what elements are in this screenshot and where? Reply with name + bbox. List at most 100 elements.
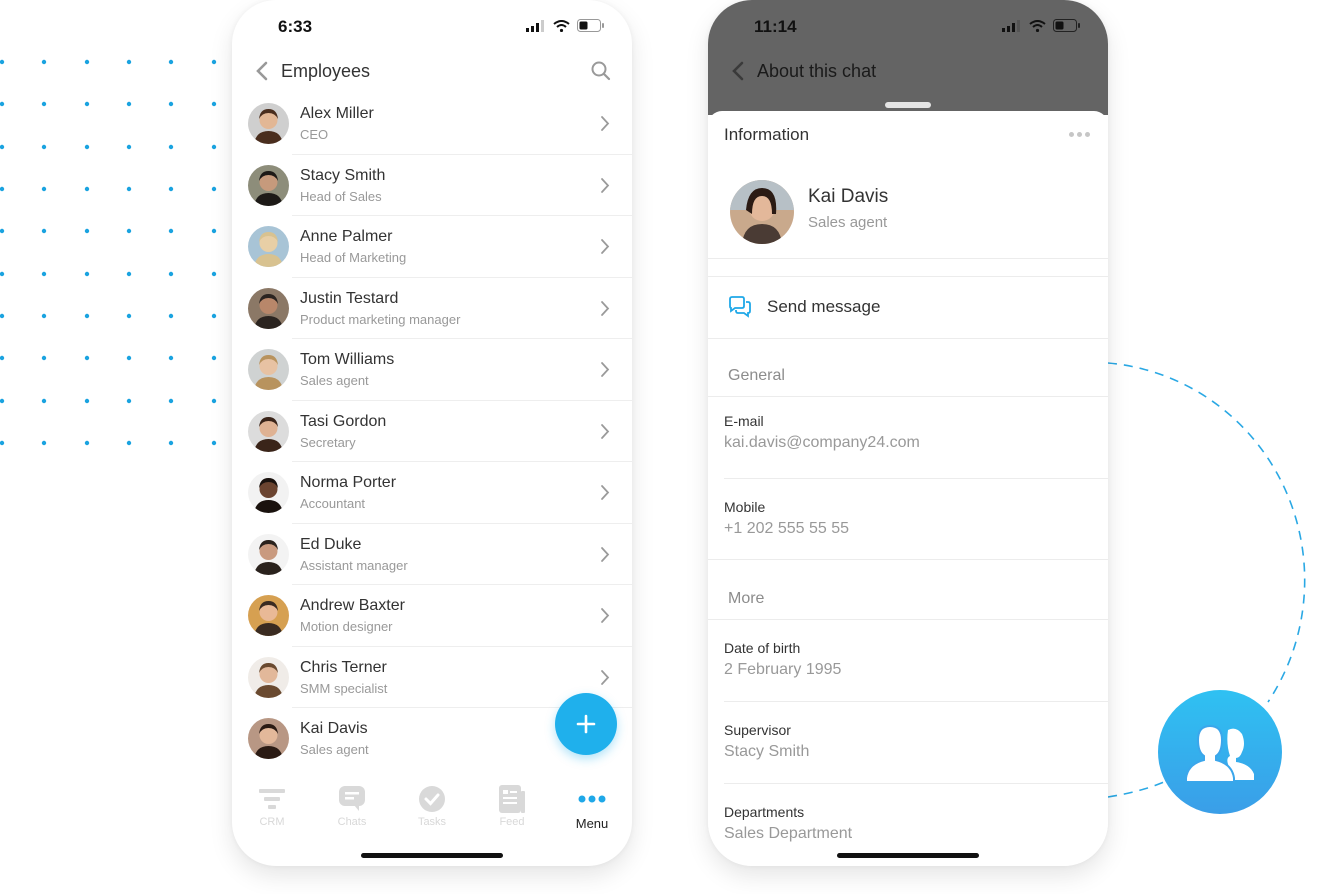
employee-name: Kai Davis: [300, 720, 368, 737]
employee-name: Anne Palmer: [300, 228, 393, 245]
employee-row[interactable]: Tasi Gordon Secretary: [232, 401, 632, 462]
send-message-button[interactable]: Send message: [708, 276, 1108, 338]
employee-role: Head of Marketing: [300, 250, 407, 265]
field-supervisor[interactable]: Supervisor Stacy Smith: [724, 722, 1108, 761]
divider: [708, 258, 1108, 259]
tab-feed[interactable]: Feed: [472, 785, 552, 835]
divider: [708, 619, 1108, 620]
employee-name: Andrew Baxter: [300, 597, 405, 614]
employee-row[interactable]: Alex Miller CEO: [232, 93, 632, 155]
field-mobile[interactable]: Mobile +1 202 555 55 55: [724, 499, 1108, 538]
chevron-right-icon: [601, 546, 610, 562]
more-options-icon[interactable]: [1069, 132, 1090, 137]
employee-role: Sales agent: [300, 742, 369, 757]
tab-label: CRM: [259, 816, 285, 828]
employee-name: Alex Miller: [300, 105, 374, 122]
employee-role: Motion designer: [300, 619, 393, 634]
page-title: About this chat: [757, 61, 877, 81]
divider: [724, 701, 1108, 702]
tab-menu[interactable]: Menu: [552, 785, 632, 835]
status-time: 6:33: [278, 17, 313, 36]
field-value: Sales Department: [724, 825, 853, 842]
avatar: [248, 533, 289, 575]
tab-label: Feed: [499, 816, 525, 828]
tab-bar: CRM Chats Tasks Feed Menu: [232, 785, 632, 835]
more-dots-icon: [578, 795, 606, 803]
chevron-right-icon: [601, 116, 610, 131]
field-label: E-mail: [724, 413, 764, 429]
status-bar: 6:33: [232, 0, 632, 52]
divider: [724, 478, 1108, 479]
chevron-right-icon: [601, 177, 610, 193]
avatar: [248, 472, 289, 513]
avatar: [248, 656, 289, 698]
field-email[interactable]: E-mail kai.davis@company24.com: [724, 413, 1108, 452]
tab-chats[interactable]: Chats: [312, 785, 392, 835]
avatar: [248, 164, 289, 206]
add-employee-button[interactable]: [555, 693, 617, 755]
employee-role: Sales agent: [300, 373, 369, 388]
field-departments[interactable]: Departments Sales Department: [724, 804, 1108, 843]
employee-row[interactable]: Anne Palmer Head of Marketing: [232, 216, 632, 278]
profile-role: Sales agent: [808, 214, 888, 231]
employee-role: Product marketing manager: [300, 311, 461, 327]
field-value: 2 February 1995: [724, 661, 842, 678]
employee-row[interactable]: Tom Williams Sales agent: [232, 339, 632, 401]
tab-crm[interactable]: CRM: [232, 785, 312, 835]
employee-row[interactable]: Norma Porter Accountant: [232, 462, 632, 524]
field-value: +1 202 555 55 55: [724, 520, 850, 537]
employee-role: Secretary: [300, 434, 356, 450]
employees-phone: 6:33 Employees Alex Miller CEO Stacy Smi…: [232, 0, 632, 866]
field-label: Mobile: [724, 499, 766, 515]
plus-icon: [576, 714, 596, 734]
employee-row[interactable]: Stacy Smith Head of Sales: [232, 155, 632, 216]
avatar: [248, 103, 289, 144]
wifi-icon: [553, 19, 570, 32]
chevron-left-icon[interactable]: [728, 59, 750, 83]
battery-icon: [577, 19, 604, 32]
employee-role: Head of Sales: [300, 188, 382, 204]
home-indicator: [837, 853, 979, 858]
sheet-grabber[interactable]: [885, 102, 931, 108]
chevron-right-icon: [601, 485, 610, 500]
employee-row[interactable]: Justin Testard Product marketing manager: [232, 278, 632, 339]
profile-name: Kai Davis: [808, 186, 889, 207]
home-indicator: [361, 853, 503, 858]
divider: [724, 783, 1108, 784]
tab-label: Chats: [337, 816, 367, 828]
chat-info-phone: 11:14 About this chat Information Kai Da…: [708, 0, 1108, 866]
employee-role: Accountant: [300, 496, 366, 511]
avatar: [248, 595, 289, 636]
divider: [708, 396, 1108, 397]
avatar: [248, 718, 289, 759]
employee-row[interactable]: Andrew Baxter Motion designer: [232, 585, 632, 647]
signal-icon: [526, 19, 544, 32]
avatar: [730, 180, 794, 244]
field-date-of-birth[interactable]: Date of birth 2 February 1995: [724, 640, 1108, 679]
wifi-icon: [1029, 19, 1046, 32]
status-time: 11:14: [754, 17, 797, 36]
field-label: Supervisor: [724, 722, 791, 738]
status-bar: 11:14: [708, 0, 1108, 52]
newspaper-icon: [499, 785, 525, 813]
chat-icon: [339, 786, 365, 811]
avatar: [248, 287, 289, 329]
employee-row[interactable]: Ed Duke Assistant manager: [232, 524, 632, 585]
employee-role: SMM specialist: [300, 680, 388, 696]
field-value: Stacy Smith: [724, 743, 810, 760]
employee-name: Stacy Smith: [300, 166, 386, 184]
funnel-icon: [259, 789, 285, 809]
avatar: [248, 410, 289, 452]
chevron-right-icon: [601, 423, 610, 439]
field-label: Departments: [724, 804, 805, 820]
employee-role: Assistant manager: [300, 557, 408, 573]
chevron-left-icon[interactable]: [252, 59, 274, 83]
dashed-connector: [1107, 362, 1306, 798]
users-badge: [1158, 690, 1282, 814]
nav-bar: About this chat: [708, 52, 1108, 92]
page-title: Employees: [281, 61, 371, 81]
signal-icon: [1002, 19, 1020, 32]
search-icon[interactable]: [590, 60, 612, 82]
tab-tasks[interactable]: Tasks: [392, 785, 472, 835]
chevron-right-icon: [601, 669, 610, 685]
